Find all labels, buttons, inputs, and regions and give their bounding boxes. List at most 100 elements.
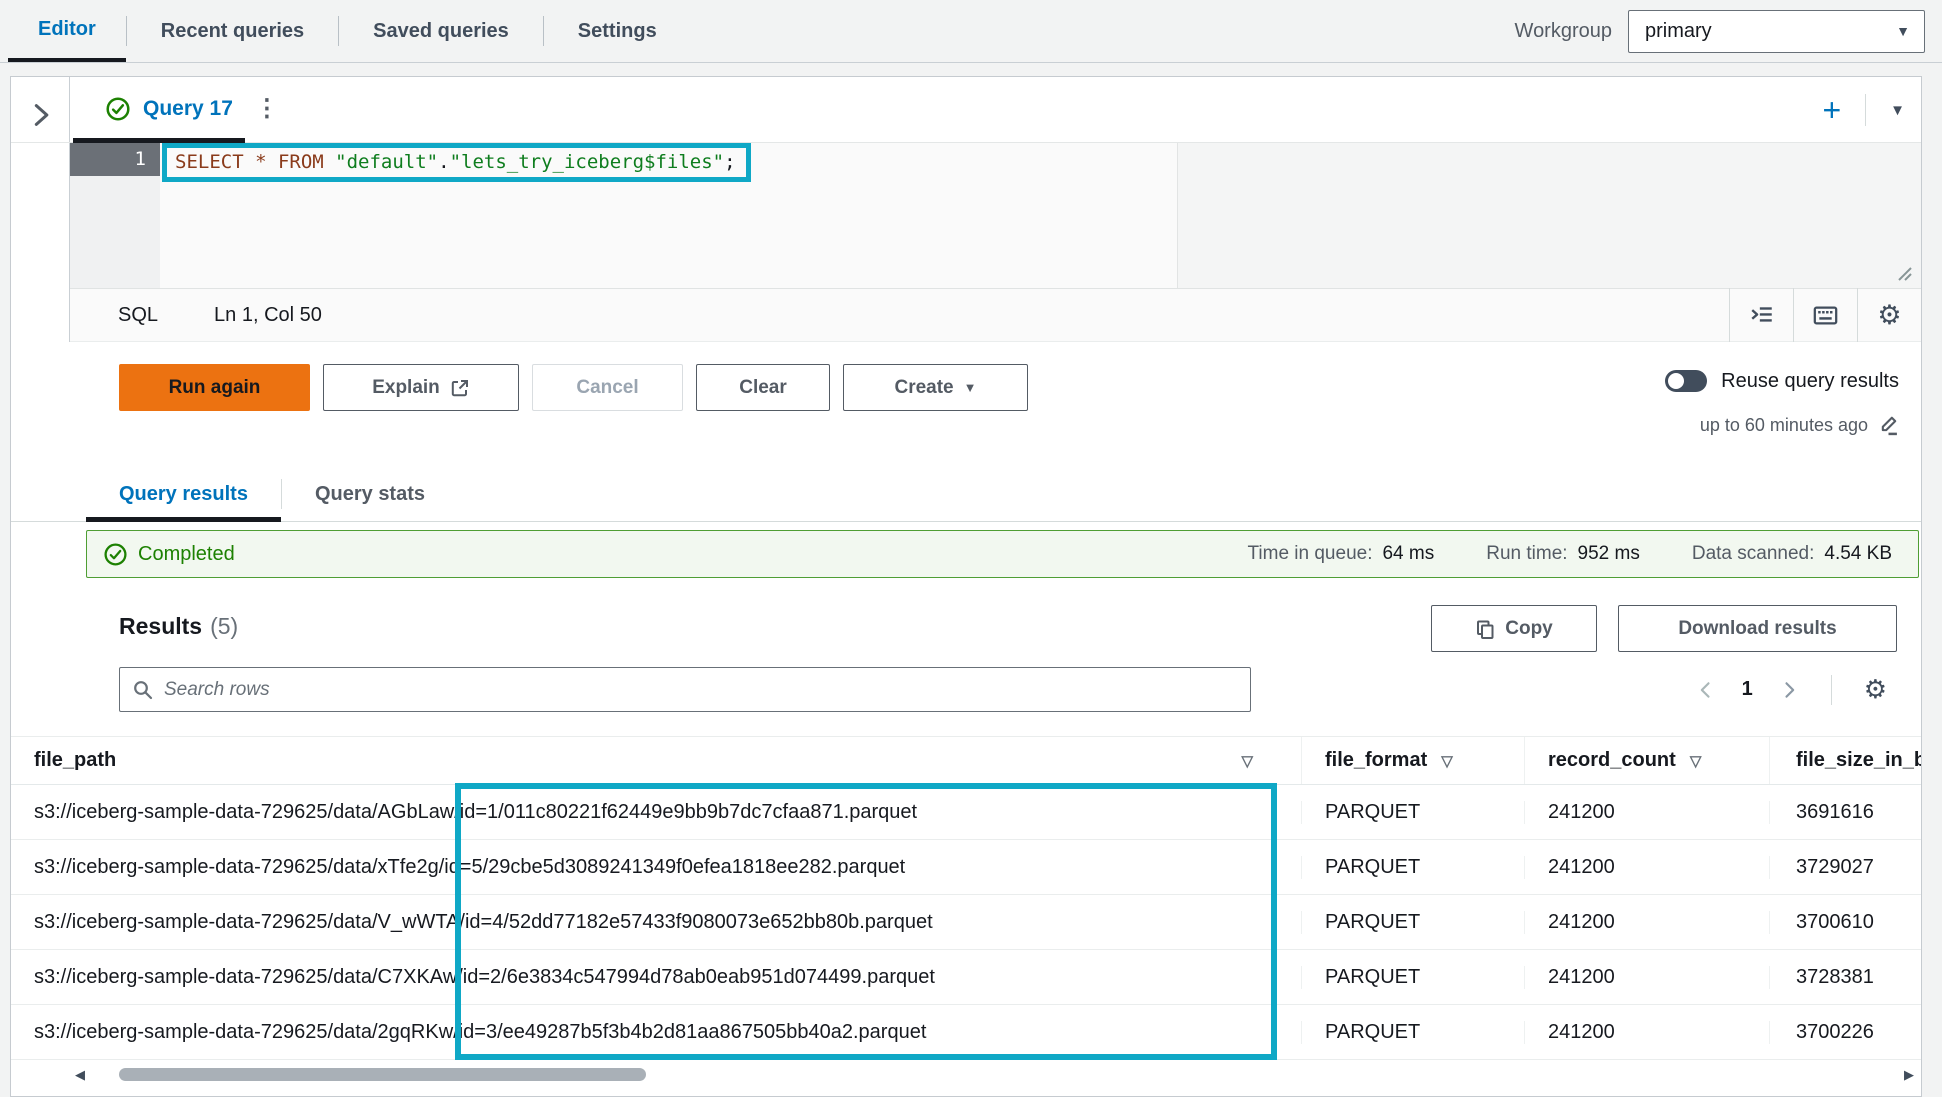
table-row: s3://iceberg-sample-data-729625/data/xTf… [11,840,1921,895]
pencil-icon [1878,415,1899,436]
metric-time-in-queue: Time in queue: 64 ms [1248,543,1435,565]
line-number: 1 [70,143,160,176]
scroll-left-arrow-icon[interactable]: ◀ [75,1067,85,1083]
query-actions: Run again Explain Cancel Clear Create ▼ [119,364,1028,411]
reuse-results-duration: up to 60 minutes ago [1700,415,1899,436]
divider [1831,675,1832,705]
search-rows-box[interactable] [119,667,1251,712]
column-header-record-count[interactable]: record_count ▽ [1524,737,1769,784]
table-preferences-gear-icon[interactable]: ⚙ [1864,674,1887,705]
current-page-number: 1 [1742,678,1753,701]
query-tab-bar: Query 17 ⋮ + ▼ [11,77,1921,143]
cell-file-path: s3://iceberg-sample-data-729625/data/C7X… [11,966,1301,989]
tab-editor[interactable]: Editor [8,0,126,62]
tab-list-dropdown-icon[interactable]: ▼ [1890,102,1905,119]
reuse-query-results-control: Reuse query results [1665,364,1899,398]
format-code-icon [1749,302,1775,328]
reuse-results-label: Reuse query results [1721,370,1899,393]
pagination: 1 ⚙ [1696,667,1887,712]
cell-file-size: 3691616 [1769,801,1921,824]
tab-saved-queries[interactable]: Saved queries [339,0,543,62]
clear-button[interactable]: Clear [696,364,830,411]
query-status-banner: Completed Time in queue: 64 ms Run time:… [86,530,1919,578]
tab-recent-queries[interactable]: Recent queries [127,0,338,62]
tab-query-stats[interactable]: Query stats [282,467,458,521]
sql-string-default: "default" [335,151,438,173]
column-header-file-path[interactable]: file_path ▽ [11,737,1301,784]
status-completed-label: Completed [138,543,235,566]
cell-file-format: PARQUET [1301,856,1524,879]
workgroup-label: Workgroup [1515,20,1612,43]
table-row: s3://iceberg-sample-data-729625/data/V_w… [11,895,1921,950]
cell-record-count: 241200 [1524,856,1769,879]
table-row: s3://iceberg-sample-data-729625/data/2gq… [11,1005,1921,1060]
table-row: s3://iceberg-sample-data-729625/data/AGb… [11,785,1921,840]
new-query-tab-button[interactable]: + [1822,94,1841,126]
sort-filter-icon[interactable]: ▽ [1441,752,1453,770]
cell-file-format: PARQUET [1301,911,1524,934]
top-navigation: Editor Recent queries Saved queries Sett… [0,0,1942,63]
cell-file-size: 3728381 [1769,966,1921,989]
editor-resize-handle[interactable] [1893,262,1913,282]
table-row: s3://iceberg-sample-data-729625/data/C7X… [11,950,1921,1005]
search-icon [132,679,154,701]
cell-file-size: 3700226 [1769,1021,1921,1044]
cell-file-size: 3729027 [1769,856,1921,879]
editor-status-bar: SQL Ln 1, Col 50 ⚙ [70,288,1921,342]
reuse-results-toggle[interactable] [1665,370,1707,392]
cell-file-format: PARQUET [1301,801,1524,824]
results-header: Results(5) Copy Download results [11,605,1921,655]
sql-string-table: "lets_try_iceberg$files" [450,151,725,173]
success-check-icon [105,96,131,122]
cell-record-count: 241200 [1524,911,1769,934]
column-header-file-format[interactable]: file_format ▽ [1301,737,1524,784]
chevron-left-icon [1696,680,1716,700]
edit-duration-button[interactable] [1878,415,1899,436]
next-page-button[interactable] [1779,680,1799,700]
tab-settings[interactable]: Settings [544,0,691,62]
sql-code-line[interactable]: SELECT * FROM "default"."lets_try_iceber… [162,140,751,184]
create-dropdown-button[interactable]: Create ▼ [843,364,1028,411]
external-link-icon [450,378,470,398]
cell-file-path: s3://iceberg-sample-data-729625/data/V_w… [11,911,1301,934]
success-check-icon [103,542,128,567]
cancel-button[interactable]: Cancel [532,364,683,411]
query-tab[interactable]: Query 17 ⋮ [105,94,279,123]
results-toolbar: 1 ⚙ [11,667,1921,712]
copy-icon [1475,619,1495,639]
scroll-right-arrow-icon[interactable]: ▶ [1904,1067,1914,1083]
download-results-button[interactable]: Download results [1618,605,1897,652]
keyboard-shortcuts-button[interactable] [1793,288,1857,342]
format-query-button[interactable] [1729,288,1793,342]
explain-button[interactable]: Explain [323,364,519,411]
cell-file-format: PARQUET [1301,966,1524,989]
sort-filter-icon[interactable]: ▽ [1241,752,1253,770]
metric-data-scanned: Data scanned: 4.54 KB [1692,543,1892,565]
cursor-position: Ln 1, Col 50 [214,304,322,327]
sql-keywords: SELECT * FROM [175,151,335,173]
column-header-file-size[interactable]: file_size_in_b [1769,737,1921,784]
tab-query-results[interactable]: Query results [86,467,281,521]
cell-record-count: 241200 [1524,801,1769,824]
scrollbar-thumb[interactable] [119,1068,646,1081]
editor-settings-button[interactable]: ⚙ [1857,288,1921,342]
results-tab-bar: Query results Query stats [11,467,1921,522]
query-editor-panel: Query 17 ⋮ + ▼ 1 SELECT * FROM "default"… [10,76,1922,1097]
workgroup-select[interactable]: primary ▼ [1628,10,1925,53]
cell-file-path: s3://iceberg-sample-data-729625/data/2gq… [11,1021,1301,1044]
search-rows-input[interactable] [164,679,1238,701]
copy-button[interactable]: Copy [1431,605,1597,652]
results-count: (5) [210,613,238,639]
cell-file-size: 3700610 [1769,911,1921,934]
resize-grip-icon [1893,262,1913,282]
cell-file-format: PARQUET [1301,1021,1524,1044]
run-again-button[interactable]: Run again [119,364,310,411]
results-table: file_path ▽ file_format ▽ record_count ▽… [11,736,1921,1060]
chevron-down-icon: ▼ [964,380,977,395]
cell-record-count: 241200 [1524,1021,1769,1044]
query-tab-menu-icon[interactable]: ⋮ [255,94,279,123]
cell-file-path: s3://iceberg-sample-data-729625/data/AGb… [11,801,1301,824]
sort-filter-icon[interactable]: ▽ [1690,752,1702,770]
previous-page-button[interactable] [1696,680,1716,700]
sql-editor[interactable]: 1 SELECT * FROM "default"."lets_try_iceb… [70,143,1921,288]
